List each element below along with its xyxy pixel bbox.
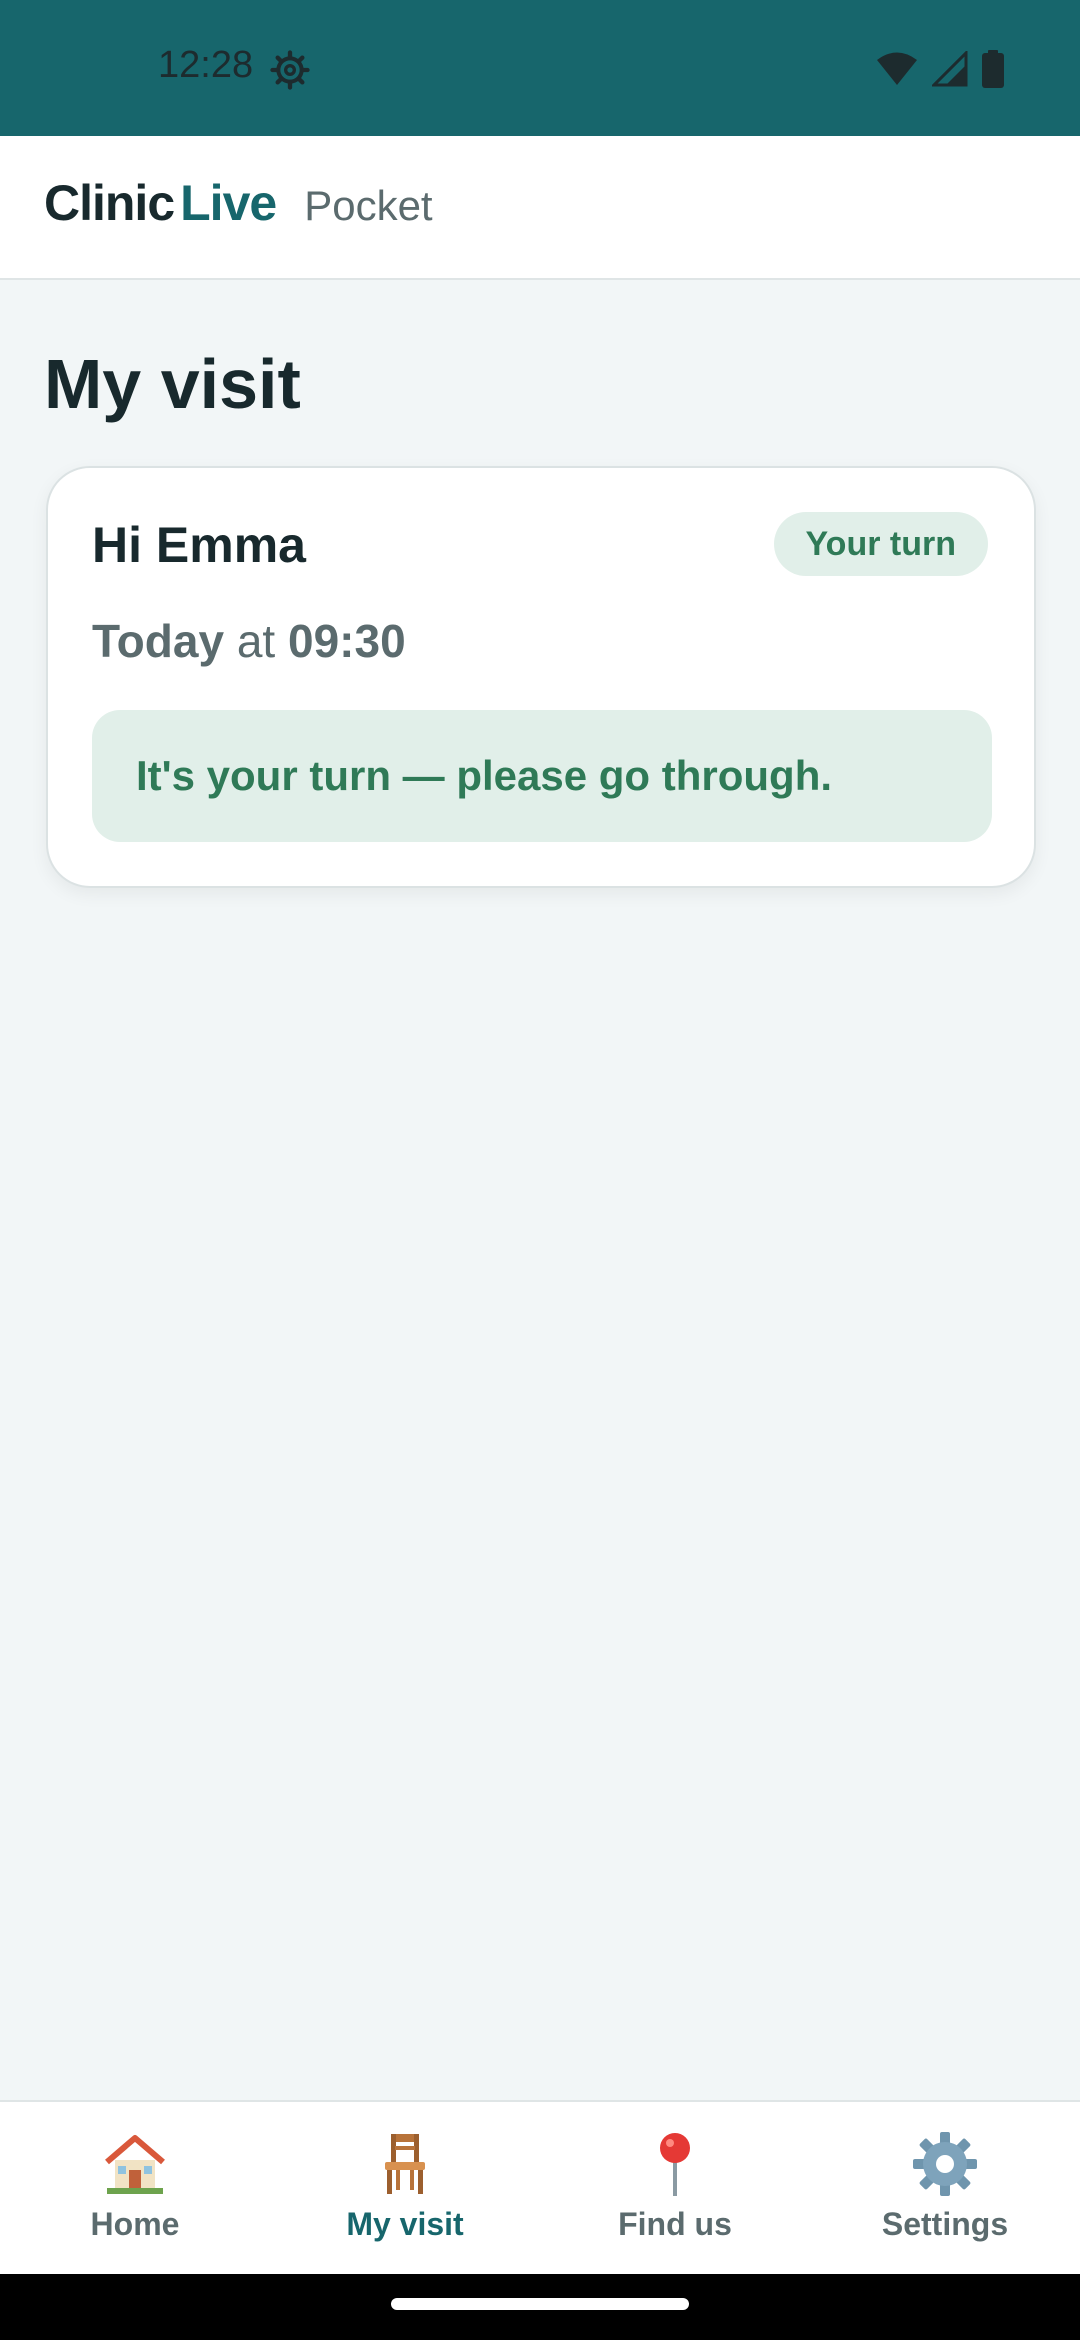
house-icon bbox=[99, 2128, 171, 2200]
nav-item-my-visit[interactable]: My visit bbox=[270, 2102, 540, 2274]
status-bar: 12:28 bbox=[0, 0, 1080, 136]
brand-name-clinic: Clinic bbox=[44, 175, 175, 231]
turn-message: It's your turn — please go through. bbox=[136, 752, 833, 799]
appointment-day: Today bbox=[92, 615, 225, 667]
map-pin-icon bbox=[639, 2128, 711, 2200]
turn-message-box: It's your turn — please go through. bbox=[92, 710, 992, 842]
bottom-nav: Home My visit Find us Settings bbox=[0, 2100, 1080, 2274]
app-header: Clinic Live Pocket bbox=[0, 136, 1080, 280]
battery-icon bbox=[982, 50, 1004, 93]
brand-subtitle: Pocket bbox=[304, 182, 433, 229]
brand-logo: Clinic Live Pocket bbox=[44, 174, 433, 232]
greeting: Hi Emma bbox=[92, 517, 306, 573]
home-gesture-handle[interactable] bbox=[391, 2298, 689, 2310]
nav-item-home[interactable]: Home bbox=[0, 2102, 270, 2274]
nav-label-my-visit: My visit bbox=[346, 2206, 464, 2242]
settings-gear-icon bbox=[270, 50, 310, 90]
status-time: 12:28 bbox=[158, 44, 254, 86]
status-icons bbox=[876, 49, 1004, 93]
brand-name-live: Live bbox=[180, 175, 277, 231]
nav-item-settings[interactable]: Settings bbox=[810, 2102, 1080, 2274]
nav-label-settings: Settings bbox=[881, 2206, 1009, 2242]
page-title: My visit bbox=[44, 345, 301, 423]
chair-icon bbox=[369, 2128, 441, 2200]
cellular-signal-icon bbox=[930, 49, 968, 92]
status-badge: Your turn bbox=[773, 512, 988, 576]
appointment-clock: 09:30 bbox=[288, 615, 406, 667]
nav-label-find-us: Find us bbox=[618, 2206, 732, 2242]
nav-label-home: Home bbox=[90, 2206, 180, 2242]
appointment-at: at bbox=[236, 615, 276, 667]
gesture-area bbox=[0, 2274, 1080, 2340]
visit-card: Hi Emma Your turn Today at 09:30 It's yo… bbox=[46, 466, 1036, 888]
nav-item-find-us[interactable]: Find us bbox=[540, 2102, 810, 2274]
gear-icon bbox=[909, 2128, 981, 2200]
appointment-time: Today at 09:30 bbox=[92, 614, 406, 668]
wifi-icon bbox=[876, 51, 918, 92]
